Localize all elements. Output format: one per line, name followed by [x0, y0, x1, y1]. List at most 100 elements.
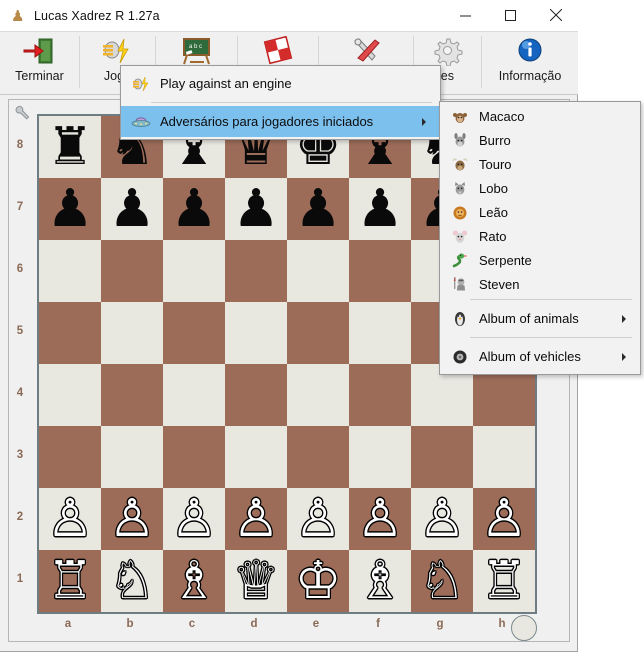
window-title: Lucas Xadrez R 1.27a	[34, 8, 160, 23]
board-square-g3[interactable]	[411, 426, 473, 488]
board-square-d2[interactable]: ♙	[225, 488, 287, 550]
board-square-d7[interactable]: ♟	[225, 178, 287, 240]
board-square-d1[interactable]: ♕	[225, 550, 287, 612]
menu-item-touro[interactable]: Touro	[440, 152, 640, 176]
board-square-d6[interactable]	[225, 240, 287, 302]
board-square-g2[interactable]: ♙	[411, 488, 473, 550]
board-square-h3[interactable]	[473, 426, 535, 488]
board-square-a3[interactable]	[39, 426, 101, 488]
board-square-b5[interactable]	[101, 302, 163, 364]
penguin-icon	[449, 309, 471, 329]
board-square-c5[interactable]	[163, 302, 225, 364]
piece-black-rook[interactable]: ♜	[47, 121, 94, 173]
board-square-b2[interactable]: ♙	[101, 488, 163, 550]
board-square-e2[interactable]: ♙	[287, 488, 349, 550]
board-square-b1[interactable]: ♘	[101, 550, 163, 612]
piece-white-bishop[interactable]: ♗	[171, 555, 218, 607]
piece-white-pawn[interactable]: ♙	[481, 493, 528, 545]
board-square-h2[interactable]: ♙	[473, 488, 535, 550]
board-square-a7[interactable]: ♟	[39, 178, 101, 240]
rank-labels: 8 7 6 5 4 3 2 1	[9, 114, 31, 610]
board-square-f1[interactable]: ♗	[349, 550, 411, 612]
board-square-b7[interactable]: ♟	[101, 178, 163, 240]
piece-white-rook[interactable]: ♖	[47, 555, 94, 607]
menu-item-serpente[interactable]: Serpente	[440, 248, 640, 272]
menu-item-adversarios-iniciados[interactable]: Adversários para jogadores iniciados	[121, 106, 440, 137]
piece-white-queen[interactable]: ♕	[233, 555, 280, 607]
toolbar-button-terminar[interactable]: Terminar	[0, 32, 79, 93]
piece-white-pawn[interactable]: ♙	[419, 493, 466, 545]
piece-white-knight[interactable]: ♘	[419, 555, 466, 607]
menu-item-macaco[interactable]: Macaco	[440, 104, 640, 128]
board-square-e5[interactable]	[287, 302, 349, 364]
piece-black-pawn[interactable]: ♟	[357, 183, 404, 235]
board-square-a1[interactable]: ♖	[39, 550, 101, 612]
maximize-icon[interactable]	[488, 0, 533, 31]
board-square-c2[interactable]: ♙	[163, 488, 225, 550]
board-square-b6[interactable]	[101, 240, 163, 302]
board-square-f2[interactable]: ♙	[349, 488, 411, 550]
knight-person-icon	[449, 274, 471, 294]
menu-item-lobo[interactable]: Lobo	[440, 176, 640, 200]
board-square-e4[interactable]	[287, 364, 349, 426]
toolbar-label-informacao: Informação	[498, 69, 562, 83]
board-square-c7[interactable]: ♟	[163, 178, 225, 240]
menu-item-album-of-vehicles[interactable]: Album of vehicles	[440, 341, 640, 372]
board-square-a5[interactable]	[39, 302, 101, 364]
board-square-a2[interactable]: ♙	[39, 488, 101, 550]
minimize-icon[interactable]	[443, 0, 488, 31]
board-square-a4[interactable]	[39, 364, 101, 426]
piece-white-pawn[interactable]: ♙	[233, 493, 280, 545]
menu-item-leao[interactable]: Leão	[440, 200, 640, 224]
board-square-a8[interactable]: ♜	[39, 116, 101, 178]
board-square-f6[interactable]	[349, 240, 411, 302]
menu-item-label: Leão	[479, 204, 508, 220]
piece-white-bishop[interactable]: ♗	[357, 555, 404, 607]
piece-black-pawn[interactable]: ♟	[233, 183, 280, 235]
menu-item-rato[interactable]: Rato	[440, 224, 640, 248]
piece-white-pawn[interactable]: ♙	[357, 493, 404, 545]
piece-black-pawn[interactable]: ♟	[47, 183, 94, 235]
toolbar-button-informacao[interactable]: Informação	[482, 32, 578, 93]
board-square-f7[interactable]: ♟	[349, 178, 411, 240]
piece-white-king[interactable]: ♔	[295, 555, 342, 607]
piece-white-pawn[interactable]: ♙	[109, 493, 156, 545]
board-square-e1[interactable]: ♔	[287, 550, 349, 612]
board-square-b4[interactable]	[101, 364, 163, 426]
rank-label: 1	[16, 573, 24, 585]
board-square-h1[interactable]: ♖	[473, 550, 535, 612]
piece-white-pawn[interactable]: ♙	[295, 493, 342, 545]
board-square-c1[interactable]: ♗	[163, 550, 225, 612]
file-label: e	[312, 618, 320, 630]
close-icon[interactable]	[533, 0, 578, 31]
board-square-c4[interactable]	[163, 364, 225, 426]
piece-black-pawn[interactable]: ♟	[295, 183, 342, 235]
board-square-c6[interactable]	[163, 240, 225, 302]
menu-item-steven[interactable]: Steven	[440, 272, 640, 296]
board-square-d3[interactable]	[225, 426, 287, 488]
board-square-f5[interactable]	[349, 302, 411, 364]
piece-black-pawn[interactable]: ♟	[171, 183, 218, 235]
menu-item-burro[interactable]: Burro	[440, 128, 640, 152]
board-square-b3[interactable]	[101, 426, 163, 488]
board-square-a6[interactable]	[39, 240, 101, 302]
piece-white-knight[interactable]: ♘	[109, 555, 156, 607]
board-square-g1[interactable]: ♘	[411, 550, 473, 612]
donkey-icon	[449, 130, 471, 150]
menu-item-play-against-engine[interactable]: Play against an engine	[121, 68, 440, 99]
board-square-c3[interactable]	[163, 426, 225, 488]
menu-item-label: Serpente	[479, 252, 532, 268]
piece-white-pawn[interactable]: ♙	[47, 493, 94, 545]
board-square-e7[interactable]: ♟	[287, 178, 349, 240]
piece-white-rook[interactable]: ♖	[481, 555, 528, 607]
board-square-d5[interactable]	[225, 302, 287, 364]
piece-black-pawn[interactable]: ♟	[109, 183, 156, 235]
board-square-e3[interactable]	[287, 426, 349, 488]
menu-item-album-of-animals[interactable]: Album of animals	[440, 303, 640, 334]
board-square-d4[interactable]	[225, 364, 287, 426]
ufo-icon	[130, 112, 152, 132]
board-square-e6[interactable]	[287, 240, 349, 302]
board-square-f4[interactable]	[349, 364, 411, 426]
piece-white-pawn[interactable]: ♙	[171, 493, 218, 545]
board-square-f3[interactable]	[349, 426, 411, 488]
